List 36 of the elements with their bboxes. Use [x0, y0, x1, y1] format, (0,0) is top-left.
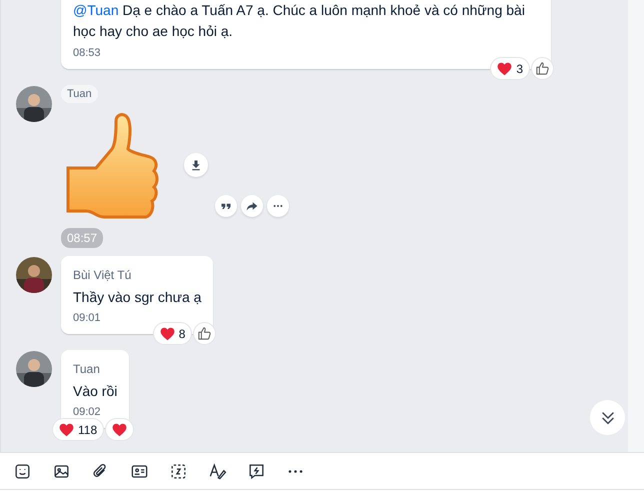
heart-icon [59, 422, 74, 436]
message-time: 08:53 [73, 47, 102, 59]
reaction-count: 118 [78, 422, 98, 436]
heart-icon [112, 422, 128, 436]
forward-icon [246, 200, 258, 212]
thumbs-up-icon [535, 61, 550, 76]
heart-reaction[interactable]: 118 [53, 419, 104, 440]
message-text: @Tuan Dạ e chào a Tuấn A7 ạ. Chúc a luôn mạnh khoẻ và có những bài học hay cho ae học hỏi ạ. [73, 1, 526, 41]
message-time: 09:01 [73, 312, 102, 324]
sender-name: Tuan [73, 362, 101, 376]
message-text: Vào rồi [73, 382, 118, 401]
heart-reaction[interactable]: 3 [491, 58, 529, 79]
mention-link[interactable]: @Tuan [73, 2, 119, 18]
like-button[interactable] [194, 323, 216, 344]
quote-button[interactable] [215, 195, 237, 217]
forward-button[interactable] [241, 195, 263, 217]
message-time: 08:57 [61, 228, 104, 248]
message-time: 09:02 [73, 406, 102, 418]
message-text: Thầy vào sgr chưa ạ [73, 288, 202, 307]
quick-message-icon[interactable] [247, 462, 266, 480]
reaction-count: 8 [178, 326, 186, 340]
scroll-down-button[interactable] [590, 400, 625, 435]
sticker-icon[interactable] [13, 462, 32, 480]
download-button[interactable] [184, 153, 208, 177]
text-format-icon[interactable] [208, 462, 227, 480]
heart-icon [160, 326, 175, 340]
reaction-count: 3 [516, 62, 523, 76]
like-button[interactable] [532, 58, 553, 79]
sender-name: Tuan [61, 85, 98, 103]
heart-icon [497, 62, 512, 76]
thumbs-up-icon [197, 326, 212, 341]
heart-reaction-button[interactable] [106, 419, 134, 440]
heart-reaction[interactable]: 8 [154, 323, 192, 344]
download-icon [190, 159, 202, 171]
sender-name: Bùi Việt Tú [73, 268, 132, 282]
screenshot-icon[interactable] [169, 462, 188, 480]
